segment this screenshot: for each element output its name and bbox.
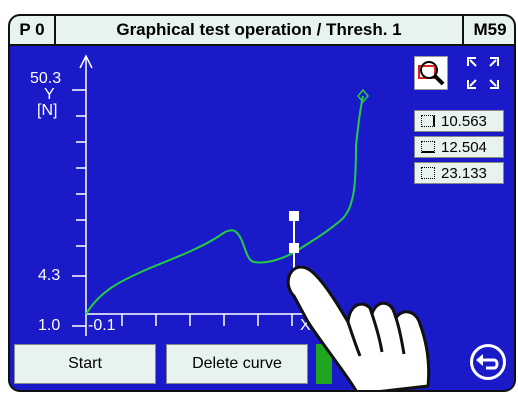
mode-indicator: M59: [464, 16, 514, 46]
x-ticks: [121, 314, 293, 326]
y-axis-name: Y: [44, 86, 55, 103]
threshold-handle-lower[interactable]: [289, 243, 299, 253]
range-icon: [421, 141, 435, 153]
y-ticks: [72, 89, 86, 327]
y-min-label: 1.0: [38, 317, 61, 334]
screen: P 0 Graphical test operation / Thresh. 1…: [0, 0, 518, 394]
x-start-label: -0.1: [88, 317, 116, 334]
start-button[interactable]: Start: [14, 344, 156, 384]
value-3: 23.133: [441, 164, 487, 182]
fullscreen-icon: [467, 57, 499, 89]
value-2: 12.504: [441, 138, 487, 156]
zoom-button[interactable]: [414, 56, 448, 90]
value-1: 10.563: [441, 112, 487, 130]
test-panel: P 0 Graphical test operation / Thresh. 1…: [8, 14, 516, 392]
pointing-hand-icon: [286, 265, 431, 390]
magnifier-icon: [418, 61, 445, 86]
value-box-1: 10.563: [414, 110, 504, 132]
y-threshold-label: 4.3: [38, 267, 61, 284]
threshold-handle-upper[interactable]: [289, 211, 299, 221]
range-icon: [421, 115, 435, 127]
y-unit-label: [N]: [37, 102, 58, 119]
page-title: Graphical test operation / Thresh. 1: [56, 16, 464, 46]
range-icon: [421, 167, 435, 179]
y-max-label: 50.3: [30, 70, 62, 87]
value-box-2: 12.504: [414, 136, 504, 158]
program-indicator: P 0: [10, 16, 56, 46]
value-box-3: 23.133: [414, 162, 504, 184]
fullscreen-button[interactable]: [466, 56, 500, 90]
